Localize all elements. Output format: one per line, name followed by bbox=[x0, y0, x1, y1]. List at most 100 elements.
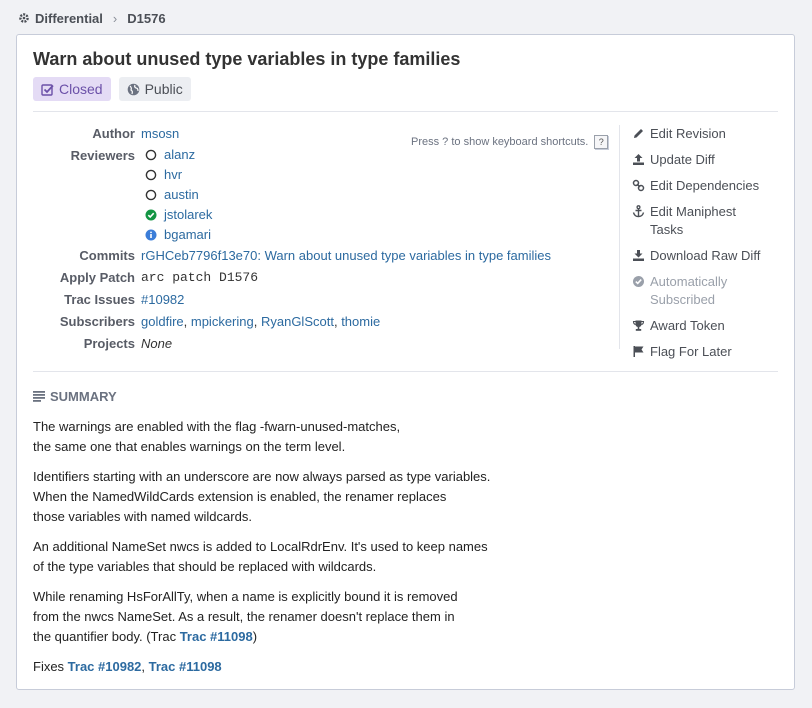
status-label: Closed bbox=[59, 81, 103, 97]
reviewer-link[interactable]: austin bbox=[164, 185, 199, 205]
action-label: Flag For Later bbox=[650, 344, 732, 359]
breadcrumb-differential[interactable]: Differential bbox=[35, 11, 103, 26]
action-label: Edit Dependencies bbox=[650, 178, 760, 193]
summary-line: An additional NameSet nwcs is added to L… bbox=[33, 539, 488, 554]
summary-line: The warnings are enabled with the flag -… bbox=[33, 419, 401, 434]
trac-issue-link[interactable]: #10982 bbox=[141, 289, 184, 311]
action-award-token[interactable]: Award Token bbox=[632, 317, 795, 335]
globe-icon bbox=[127, 83, 139, 95]
property-projects: Projects None bbox=[33, 333, 623, 355]
keyboard-shortcut-key[interactable]: ? bbox=[594, 135, 609, 149]
reviewer-link[interactable]: alanz bbox=[164, 145, 195, 165]
subscribers-label: Subscribers bbox=[59, 314, 135, 329]
summary-paragraph: Identifiers starting with an underscore … bbox=[33, 467, 533, 527]
reviewer-link[interactable]: hvr bbox=[164, 165, 182, 185]
reviewers-list: alanz hvr austin jstolarek bgamari bbox=[141, 145, 212, 245]
gear-icon bbox=[19, 13, 29, 23]
align-left-icon bbox=[33, 391, 45, 402]
action-label: Update Diff bbox=[650, 152, 715, 167]
download-icon bbox=[632, 249, 645, 262]
summary-line: of the type variables that should be rep… bbox=[33, 559, 377, 574]
action-automatically-subscribed: Automatically Subscribed bbox=[632, 273, 795, 309]
actions-list: Edit Revision Update Diff Edit Dependenc… bbox=[619, 125, 795, 359]
upload-icon bbox=[632, 153, 645, 166]
visibility-label: Public bbox=[144, 81, 183, 97]
summary-line: Identifiers starting with an underscore … bbox=[33, 469, 491, 484]
revision-panel: Warn about unused type variables in type… bbox=[16, 34, 795, 690]
summary-heading: SUMMARY bbox=[33, 389, 117, 404]
keyboard-hint-text: Press ? to show keyboard shortcuts. bbox=[411, 136, 589, 148]
action-label: Edit Revision bbox=[650, 126, 726, 141]
summary-heading-label: SUMMARY bbox=[50, 389, 117, 404]
check-circle-icon bbox=[632, 275, 645, 288]
trac-issues-label: Trac Issues bbox=[64, 292, 135, 307]
action-edit-dependencies[interactable]: Edit Dependencies bbox=[632, 177, 795, 195]
action-edit-maniphest-tasks[interactable]: Edit Maniphest Tasks bbox=[632, 203, 795, 239]
action-label: Edit Maniphest Tasks bbox=[650, 204, 736, 237]
projects-label: Projects bbox=[83, 336, 135, 351]
summary-line: When the NamedWildCards extension is ena… bbox=[33, 489, 447, 504]
property-reviewers: Reviewers alanz hvr austin jstolarek bga… bbox=[33, 145, 623, 245]
circle-outline-icon bbox=[145, 189, 157, 201]
check-circle-icon bbox=[145, 209, 157, 221]
summary-line: from the nwcs NameSet. As a result, the … bbox=[33, 609, 455, 624]
summary-paragraph: While renaming HsForAllTy, when a name i… bbox=[33, 587, 533, 647]
reviewer-item: austin bbox=[141, 185, 212, 205]
breadcrumb-revision[interactable]: D1576 bbox=[127, 11, 165, 26]
property-apply-patch: Apply Patch arc patch D1576 bbox=[33, 267, 623, 289]
reviewer-item: hvr bbox=[141, 165, 212, 185]
chevron-right-icon: › bbox=[112, 10, 118, 26]
summary-text: Fixes bbox=[33, 659, 68, 674]
reviewers-label: Reviewers bbox=[70, 148, 135, 163]
action-update-diff[interactable]: Update Diff bbox=[632, 151, 795, 169]
action-label: Download Raw Diff bbox=[650, 248, 761, 263]
summary-text: the quantifier body. (Trac bbox=[33, 629, 180, 644]
properties-list: Author msosn Reviewers alanz hvr austin bbox=[33, 123, 623, 355]
circle-outline-icon bbox=[145, 169, 157, 181]
summary-line: the quantifier body. (Trac Trac #11098) bbox=[33, 627, 533, 647]
checkbox-checked-icon bbox=[41, 83, 54, 96]
summary-text: , bbox=[141, 659, 149, 674]
trac-link[interactable]: Trac #11098 bbox=[180, 629, 253, 644]
reviewer-link[interactable]: bgamari bbox=[164, 225, 211, 245]
apply-patch-command: arc patch D1576 bbox=[141, 270, 259, 285]
commits-label: Commits bbox=[79, 248, 135, 263]
commit-link[interactable]: rGHCeb7796f13e70: Warn about unused type… bbox=[141, 245, 551, 267]
action-download-raw-diff[interactable]: Download Raw Diff bbox=[632, 247, 795, 265]
subscribers-list: goldfire, mpickering, RyanGlScott, thomi… bbox=[141, 314, 381, 329]
summary-body: The warnings are enabled with the flag -… bbox=[33, 417, 533, 687]
visibility-badge[interactable]: Public bbox=[118, 77, 191, 101]
apply-patch-label: Apply Patch bbox=[59, 270, 135, 285]
action-edit-revision[interactable]: Edit Revision bbox=[632, 125, 795, 143]
reviewer-link[interactable]: jstolarek bbox=[164, 205, 212, 225]
subscriber-link[interactable]: thomie bbox=[341, 314, 380, 329]
divider bbox=[33, 111, 778, 112]
summary-line: the same one that enables warnings on th… bbox=[33, 439, 346, 454]
pencil-icon bbox=[632, 127, 645, 140]
summary-text: ) bbox=[252, 629, 258, 644]
action-label: Award Token bbox=[650, 318, 725, 333]
subscriber-link[interactable]: RyanGlScott bbox=[261, 314, 334, 329]
summary-paragraph-fixes: Fixes Trac #10982, Trac #11098 bbox=[33, 657, 533, 677]
property-commits: Commits rGHCeb7796f13e70: Warn about unu… bbox=[33, 245, 623, 267]
author-link[interactable]: msosn bbox=[141, 123, 179, 145]
subscriber-link[interactable]: mpickering bbox=[191, 314, 254, 329]
summary-paragraph: An additional NameSet nwcs is added to L… bbox=[33, 537, 533, 577]
anchor-icon bbox=[632, 205, 645, 218]
reviewer-item: alanz bbox=[141, 145, 212, 165]
trac-link[interactable]: Trac #10982 bbox=[68, 659, 142, 674]
keyboard-hint: Press ? to show keyboard shortcuts. ? bbox=[411, 135, 609, 149]
subscriber-link[interactable]: goldfire bbox=[141, 314, 184, 329]
reviewer-item: bgamari bbox=[141, 225, 212, 245]
trophy-icon bbox=[632, 319, 645, 332]
trac-link[interactable]: Trac #11098 bbox=[149, 659, 222, 674]
action-flag-for-later[interactable]: Flag For Later bbox=[632, 343, 795, 361]
page-title: Warn about unused type variables in type… bbox=[33, 49, 461, 69]
reviewer-item: jstolarek bbox=[141, 205, 212, 225]
summary-line: While renaming HsForAllTy, when a name i… bbox=[33, 589, 458, 604]
projects-value: None bbox=[141, 336, 173, 351]
flag-icon bbox=[632, 345, 645, 358]
info-circle-icon bbox=[145, 229, 157, 241]
property-subscribers: Subscribers goldfire, mpickering, RyanGl… bbox=[33, 311, 623, 333]
action-label: Automatically Subscribed bbox=[650, 274, 728, 307]
